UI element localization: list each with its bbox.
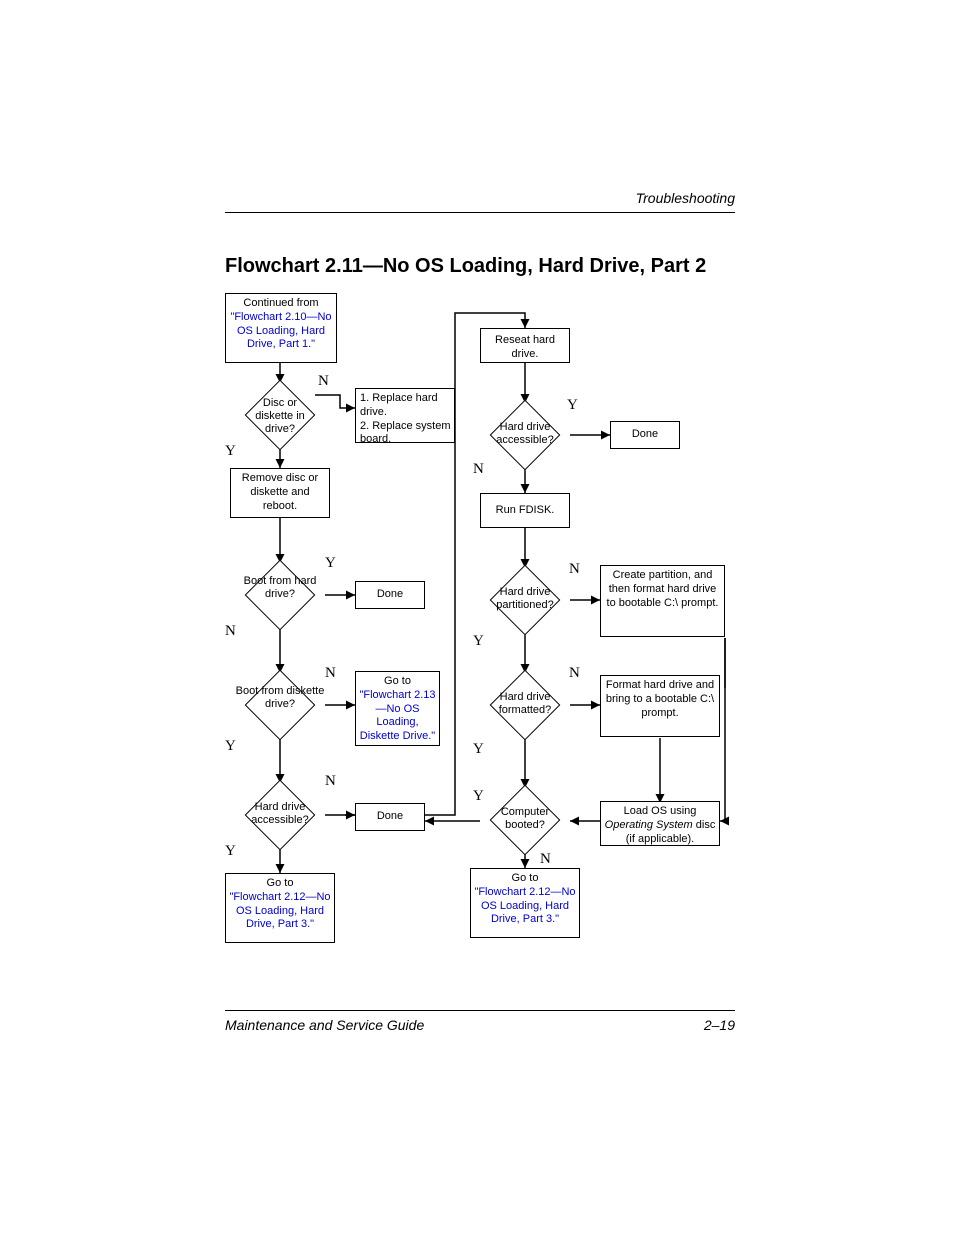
terminal-done-2: Done [355,803,425,831]
ref-flowchart-212-left: Go to "Flowchart 2.12—No OS Loading, Har… [225,873,335,943]
process-format-hd: Format hard drive and bring to a bootabl… [600,675,720,737]
decision-boot-diskette: Boot from diskette drive? [235,673,325,738]
label-y: Y [225,843,236,860]
link-flowchart-212[interactable]: "Flowchart 2.12—No OS Loading, Hard Driv… [229,891,330,931]
decision-disc-in-drive: Disc or diskette in drive? [245,383,315,448]
label-n: N [540,851,551,868]
page-title: Flowchart 2.11—No OS Loading, Hard Drive… [225,253,735,279]
label-n: N [569,561,580,578]
label-n: N [325,773,336,790]
link-flowchart-213[interactable]: "Flowchart 2.13—No OS Loading, Diskette … [359,689,435,742]
label-y: Y [473,741,484,758]
label-n: N [325,665,336,682]
decision-hd-accessible-1: Hard drive accessible? [235,783,325,848]
process-replace: 1. Replace hard drive. 2. Replace system… [355,388,455,443]
process-reseat: Reseat hard drive. [480,328,570,363]
label-n: N [569,665,580,682]
terminal-done-3: Done [610,421,680,449]
decision-boot-hd: Boot from hard drive? [235,563,325,628]
label-n: N [318,373,329,390]
decision-formatted: Hard drive formatted? [480,673,570,738]
process-fdisk: Run FDISK. [480,493,570,528]
process-load-os: Load OS using Operating System disc (if … [600,801,720,846]
terminal-done-1: Done [355,581,425,609]
flowchart: Continued from "Flowchart 2.10—No OS Loa… [225,293,735,973]
decision-booted: Computer booted? [480,788,570,853]
ref-flowchart-212-right: Go to "Flowchart 2.12—No OS Loading, Har… [470,868,580,938]
label-y: Y [473,633,484,650]
ref-flowchart-213: Go to "Flowchart 2.13—No OS Loading, Dis… [355,671,440,746]
process-create-partition: Create partition, and then format hard d… [600,565,725,637]
label-y: Y [225,738,236,755]
footer-title: Maintenance and Service Guide [225,1017,424,1033]
link-flowchart-212[interactable]: "Flowchart 2.12—No OS Loading, Hard Driv… [474,886,575,926]
decision-partitioned: Hard drive partitioned? [480,568,570,633]
label-n: N [473,461,484,478]
page-number: 2–19 [704,1017,735,1033]
process-remove-disc: Remove disc or diskette and reboot. [230,468,330,518]
page-footer: Maintenance and Service Guide 2–19 [225,1010,735,1033]
link-flowchart-210[interactable]: "Flowchart 2.10—No OS Loading, Hard Driv… [230,311,331,351]
label-y: Y [325,555,336,572]
start-continued: Continued from "Flowchart 2.10—No OS Loa… [225,293,337,363]
decision-hd-accessible-2: Hard drive accessible? [480,403,570,468]
label-y: Y [473,788,484,805]
label-y: Y [225,443,236,460]
label-n: N [225,623,236,640]
label-y: Y [567,397,578,414]
section-header: Troubleshooting [225,190,735,213]
